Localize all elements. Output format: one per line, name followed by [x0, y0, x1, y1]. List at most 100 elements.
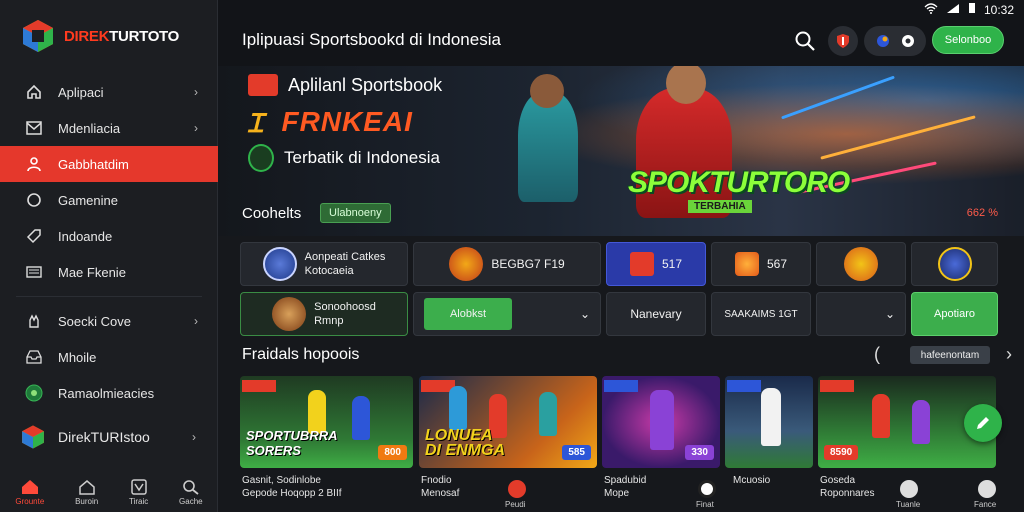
chevron-right-icon: › [194, 85, 198, 99]
sidebar-item-mhoile[interactable]: Mhoile [0, 339, 218, 375]
brand-logo-icon [22, 425, 44, 449]
live-tag [820, 380, 854, 392]
match-line-2: Kotocaeia [304, 265, 354, 277]
hero-line-3: Terbatik di Indonesia [284, 148, 440, 167]
odds-card[interactable]: SAAKAIMS 1GT [711, 292, 811, 336]
flower-icon[interactable] [900, 480, 918, 498]
team-crest-icon [449, 247, 484, 281]
edit-fab-button[interactable] [964, 404, 1002, 442]
hero-line-2: FRNKEAI [281, 106, 413, 137]
bottom-nav: Grounte Buroin Tiraic Gache [0, 472, 218, 512]
section-stat: 662 % [966, 207, 998, 219]
match-line-1: Aonpeati Catkes [304, 251, 386, 263]
hero-line-1: Aplilanl Sportsbook [288, 74, 443, 95]
match-line-1: Sonoohoosd [314, 301, 376, 313]
mini-label: Fance [974, 500, 997, 509]
bottom-nav-label: Tiraic [128, 496, 149, 506]
player-figure [912, 400, 930, 444]
featured-title: SPORTUBRRA SORERS [246, 428, 338, 458]
chevron-down-icon: ⌄ [884, 307, 895, 321]
odds-card[interactable]: BEGBG7 F19 [413, 242, 601, 286]
odds-card[interactable]: 567 [711, 242, 811, 286]
price-badge: 585 [562, 445, 591, 460]
featured-card[interactable]: SPORTUBRRA SORERS 800 [240, 376, 413, 468]
sidebar-brand-footer[interactable]: DirekTURIstoo › [20, 424, 196, 450]
sidebar-item-ramaolmieacies[interactable]: Ramaolmieacies [0, 375, 218, 411]
sidebar-item-gabbhatdim[interactable]: Gabbhatdim [0, 146, 232, 182]
brand[interactable]: DIREKTURTOTO [20, 18, 179, 54]
match-card[interactable]: Aonpeati Catkes Kotocaeia [240, 242, 408, 286]
search-icon [183, 479, 199, 495]
login-button[interactable]: Selonboo [932, 26, 1004, 54]
search-icon[interactable] [794, 30, 816, 52]
bottom-nav-tiraic[interactable]: Tiraic [128, 478, 149, 506]
live-tag [242, 380, 276, 392]
bottom-nav-gache[interactable]: Gache [179, 479, 203, 506]
team-crest-icon [262, 247, 297, 281]
page-title: Iplipuasi Sportsbookd di Indonesia [242, 30, 501, 49]
sidebar-item-aplipaci[interactable]: Aplipaci › [0, 74, 218, 110]
chevron-right-icon: › [194, 314, 198, 328]
tag-icon [24, 226, 44, 246]
featured-title: LONUEA DI ENMGA [425, 427, 505, 459]
chevron-left-icon[interactable]: ( [874, 344, 880, 365]
featured-caption: Mcuosio [733, 474, 770, 487]
market-select[interactable]: Alobkst ⌄ [413, 292, 601, 336]
soccer-ball-icon[interactable] [698, 480, 716, 498]
home-icon [24, 82, 44, 102]
hero-headline: Aplilanl Sportsbook [248, 74, 442, 96]
see-all-button[interactable]: hafeenontam [910, 346, 990, 364]
light-streak [781, 75, 895, 120]
featured-card[interactable]: 330 [602, 376, 720, 468]
filter-button[interactable]: Nanevary [606, 292, 706, 336]
bottom-nav-label: Buroin [75, 496, 99, 506]
market-select-value: Alobkst [424, 298, 512, 330]
sidebar-item-indoande[interactable]: Indoande [0, 218, 218, 254]
player-figure-teal [518, 92, 578, 202]
ball-icon[interactable] [508, 480, 526, 498]
section-tag[interactable]: Ulabnoeny [320, 203, 391, 223]
player-figure [761, 388, 781, 446]
sidebar-item-label: Mdenliacia [58, 120, 121, 136]
caption-line: Fnodio Menosaf [421, 475, 460, 499]
sidebar-item-label: Aplipaci [58, 84, 104, 100]
sidebar-brand-label: DirekTURIstoo [58, 429, 150, 445]
bottom-nav-home[interactable]: Grounte [15, 479, 44, 506]
bracket-icon: Ɪ [248, 108, 264, 138]
match-card[interactable]: Sonoohoosd Rmnp [240, 292, 408, 336]
sidebar-item-mdenliacia[interactable]: Mdenliacia › [0, 110, 218, 146]
apply-button[interactable]: Apotiaro [911, 292, 998, 336]
chevron-right-icon[interactable]: › [1006, 344, 1012, 365]
shield-badge-icon [837, 34, 849, 48]
sidebar-item-label: Mhoile [58, 349, 97, 365]
team-card[interactable] [911, 242, 998, 286]
team-crest-icon [844, 247, 878, 281]
users-icon[interactable] [978, 480, 996, 498]
dropdown-select[interactable]: ⌄ [816, 292, 906, 336]
team-card[interactable] [816, 242, 906, 286]
sidebar-item-soecki-cove[interactable]: Soecki Cove › [0, 303, 218, 339]
v-badge-icon [130, 478, 147, 495]
bottom-nav-buroin[interactable]: Buroin [75, 479, 98, 506]
featured-card[interactable]: LONUEA DI ENMGA 585 [419, 376, 597, 468]
odds-card-selected[interactable]: 517 [606, 242, 706, 286]
hand-icon [24, 311, 44, 331]
sidebar-item-gamenine[interactable]: Gamenine [0, 182, 218, 218]
player-figure [352, 396, 370, 440]
flag-icon [629, 252, 654, 276]
chevron-right-icon: › [194, 121, 198, 135]
status-bar: 10:32 [924, 2, 1014, 17]
mail-icon [24, 118, 44, 138]
sidebar-divider [16, 296, 202, 297]
account-toggle[interactable] [864, 26, 926, 56]
notification-button[interactable] [828, 26, 858, 56]
profile-icon [876, 35, 889, 47]
sidebar-item-mae-fkenie[interactable]: Mae Fkenie [0, 254, 218, 290]
light-streak [820, 115, 976, 160]
featured-card[interactable] [725, 376, 813, 468]
shield-icon [248, 144, 274, 172]
hero-subheadline: Ɪ FRNKEAI [248, 104, 413, 140]
wifi-icon [924, 2, 938, 17]
featured-caption: Goseda Roponnares [820, 474, 874, 500]
hero-logo-subtext: TERBAHIA [688, 200, 752, 213]
